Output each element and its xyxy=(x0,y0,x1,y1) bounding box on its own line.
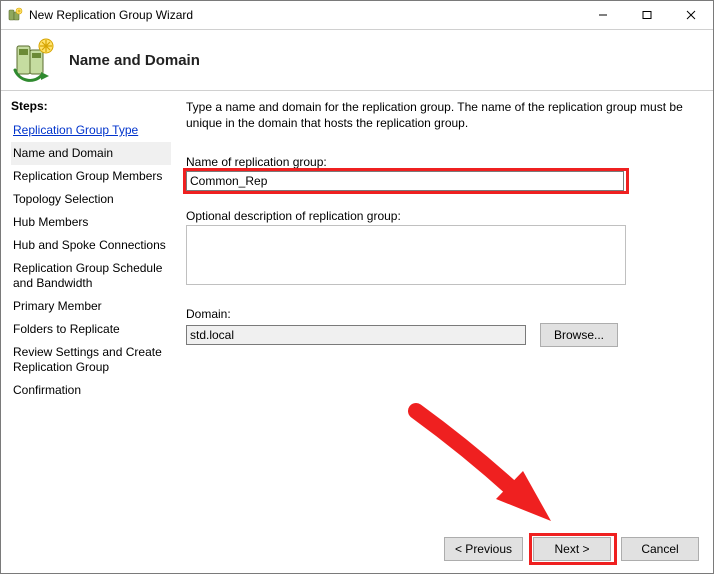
wizard-footer: < Previous Next > Cancel xyxy=(1,524,713,573)
wizard-window: New Replication Group Wizard xyxy=(0,0,714,574)
steps-sidebar: Steps: Replication Group Type Name and D… xyxy=(1,91,176,524)
step-replication-group-members[interactable]: Replication Group Members xyxy=(11,165,171,188)
minimize-button[interactable] xyxy=(581,1,625,29)
step-confirmation[interactable]: Confirmation xyxy=(11,379,171,402)
step-name-and-domain[interactable]: Name and Domain xyxy=(11,142,171,165)
domain-label: Domain: xyxy=(186,307,699,321)
next-button[interactable]: Next > xyxy=(533,537,611,561)
title-bar: New Replication Group Wizard xyxy=(1,1,713,30)
wizard-body: Steps: Replication Group Type Name and D… xyxy=(1,91,713,524)
step-topology-selection[interactable]: Topology Selection xyxy=(11,188,171,211)
replication-group-name-input[interactable] xyxy=(186,171,624,191)
description-label: Optional description of replication grou… xyxy=(186,209,699,223)
close-button[interactable] xyxy=(669,1,713,29)
step-primary-member[interactable]: Primary Member xyxy=(11,295,171,318)
step-hub-and-spoke-connections[interactable]: Hub and Spoke Connections xyxy=(11,234,171,257)
page-title: Name and Domain xyxy=(69,52,200,69)
steps-heading: Steps: xyxy=(11,99,171,113)
description-textarea[interactable] xyxy=(186,225,626,285)
wizard-header: Name and Domain xyxy=(1,30,713,91)
title-area: New Replication Group Wizard xyxy=(7,7,581,23)
wizard-title-icon xyxy=(7,7,23,23)
intro-text: Type a name and domain for the replicati… xyxy=(186,99,699,131)
domain-input[interactable] xyxy=(186,325,526,345)
window-controls xyxy=(581,1,713,29)
step-replication-group-type[interactable]: Replication Group Type xyxy=(11,119,171,142)
name-label: Name of replication group: xyxy=(186,155,699,169)
maximize-button[interactable] xyxy=(625,1,669,29)
wizard-content: Type a name and domain for the replicati… xyxy=(176,91,713,524)
step-folders-to-replicate[interactable]: Folders to Replicate xyxy=(11,318,171,341)
window-title: New Replication Group Wizard xyxy=(29,8,193,22)
step-review-and-create[interactable]: Review Settings and Create Replication G… xyxy=(11,341,171,379)
wizard-header-icon xyxy=(11,38,55,82)
browse-button[interactable]: Browse... xyxy=(540,323,618,347)
step-hub-members[interactable]: Hub Members xyxy=(11,211,171,234)
step-schedule-bandwidth[interactable]: Replication Group Schedule and Bandwidth xyxy=(11,257,171,295)
previous-button[interactable]: < Previous xyxy=(444,537,523,561)
cancel-button[interactable]: Cancel xyxy=(621,537,699,561)
